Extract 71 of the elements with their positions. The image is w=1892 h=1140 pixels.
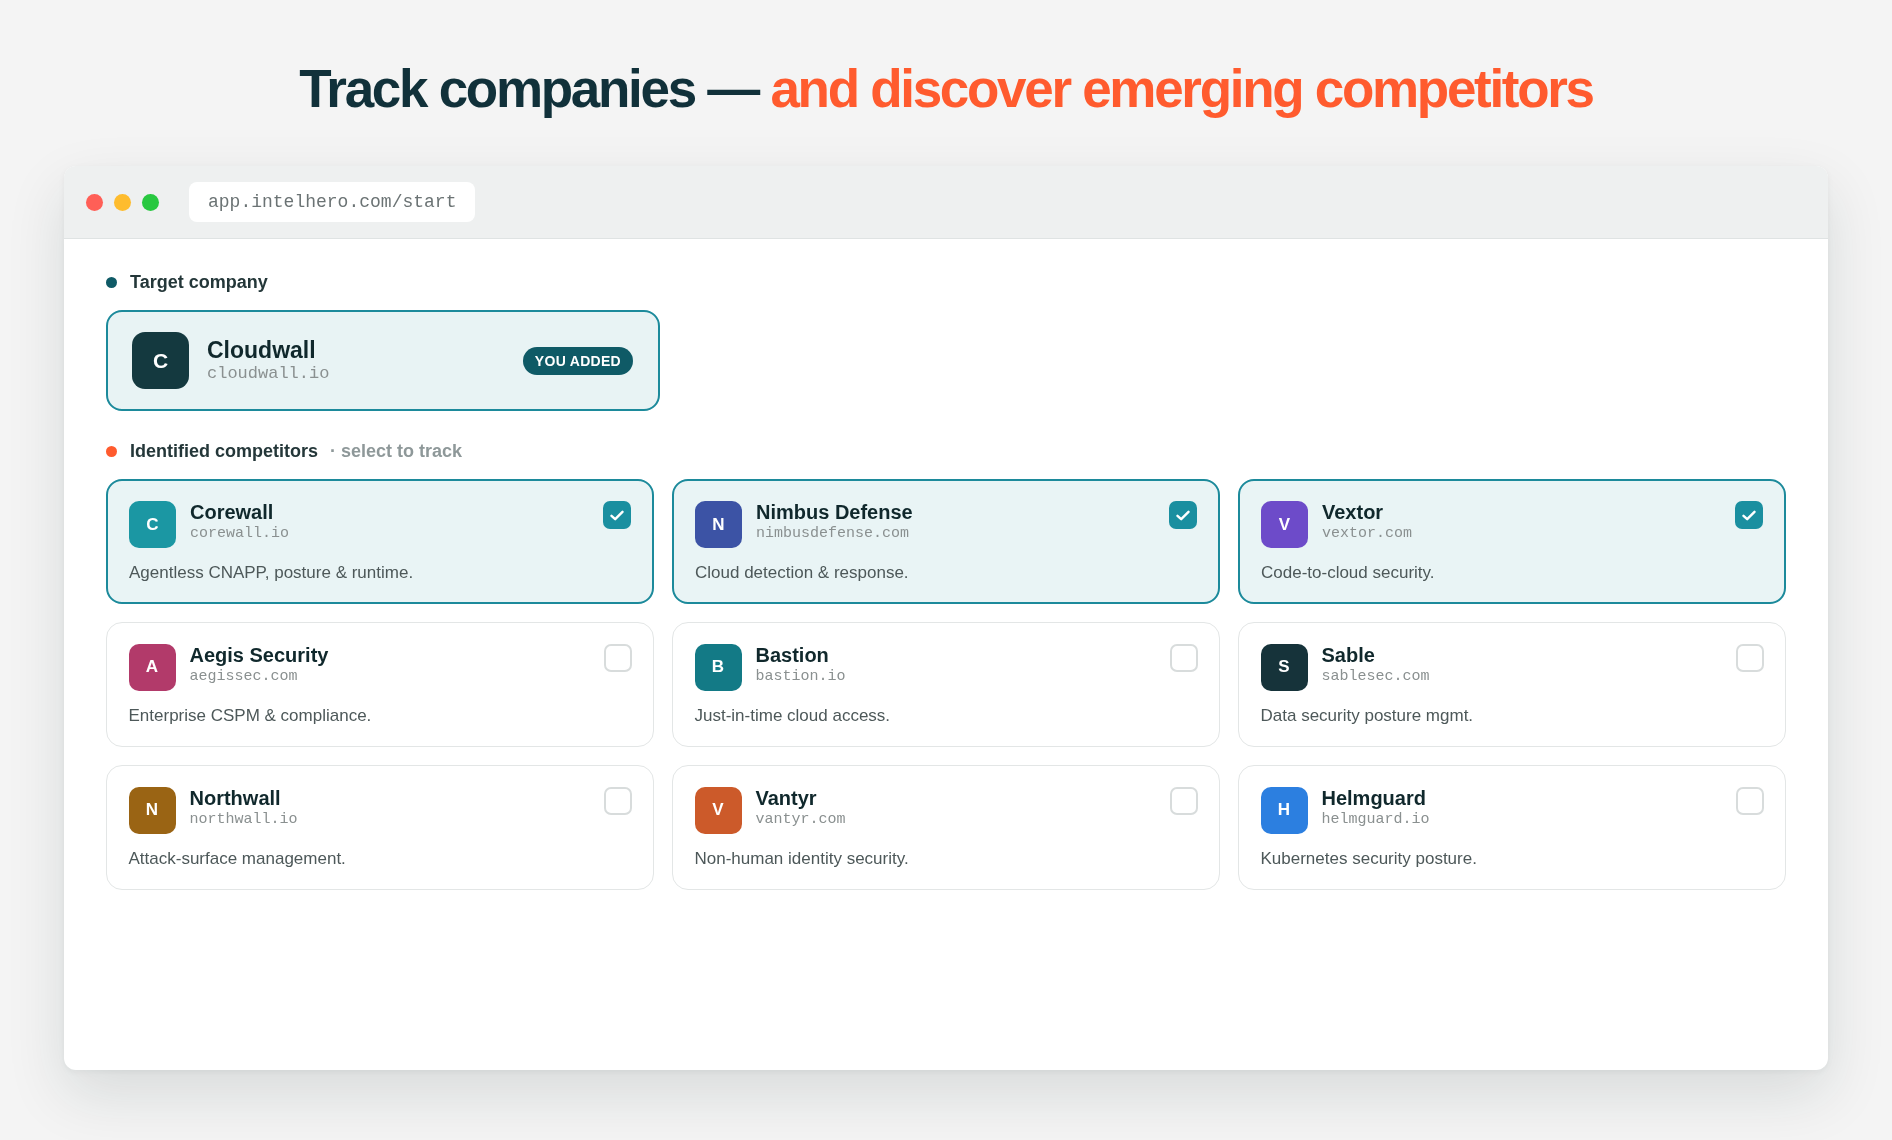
company-domain: cloudwall.io xyxy=(207,363,330,384)
company-name: Helmguard xyxy=(1321,786,1426,810)
company-domain: vantyr.com xyxy=(755,809,846,829)
section-hint: · select to track xyxy=(330,440,463,462)
company-name: Aegis Security xyxy=(189,643,329,667)
company-initial: V xyxy=(694,786,742,834)
company-description: Attack-surface management. xyxy=(128,847,346,870)
close-dot-icon[interactable] xyxy=(86,193,103,211)
check-icon xyxy=(610,509,624,521)
competitor-card[interactable]: N Nimbus Defense nimbusdefense.com Cloud detection & response. xyxy=(672,479,1220,604)
company-domain: vextor.com xyxy=(1322,524,1412,543)
company-domain: aegissec.com xyxy=(189,666,298,686)
company-initial: H xyxy=(1260,786,1308,834)
section-label: Identified competitors xyxy=(130,440,318,462)
bullet-icon xyxy=(106,445,117,457)
added-badge: YOU ADDED xyxy=(522,346,633,375)
track-checkbox[interactable] xyxy=(603,643,632,672)
company-domain: corewall.io xyxy=(190,524,290,543)
track-checkbox[interactable] xyxy=(1735,501,1763,529)
company-description: Non-human identity security. xyxy=(694,847,909,870)
competitor-card[interactable]: A Aegis Security aegissec.com Enterprise CSPM & compliance. xyxy=(106,622,654,747)
company-name: Vextor xyxy=(1322,501,1384,524)
company-initial: N xyxy=(695,501,742,548)
competitor-card[interactable]: V Vextor vextor.com Code-to-cloud security. xyxy=(1238,479,1786,604)
company-initial: N xyxy=(128,786,176,834)
company-description: Cloud detection & response. xyxy=(695,562,909,584)
track-checkbox[interactable] xyxy=(1169,786,1198,815)
competitor-card[interactable]: H Helmguard helmguard.io Kubernetes security posture. xyxy=(1238,765,1786,890)
competitor-card[interactable]: C Corewall corewall.io Agentless CNAPP, posture & runtime. xyxy=(106,479,654,604)
track-checkbox[interactable] xyxy=(603,786,632,815)
company-name: Northwall xyxy=(189,786,281,810)
company-initial: A xyxy=(128,643,176,691)
company-description: Agentless CNAPP, posture & runtime. xyxy=(129,562,414,584)
company-name: Cloudwall xyxy=(207,337,316,363)
company-name: Bastion xyxy=(755,643,829,667)
headline: Track companies — and discover emerging competitors xyxy=(299,58,1593,120)
competitor-card[interactable]: N Northwall northwall.io Attack-surface management. xyxy=(106,765,654,890)
check-icon xyxy=(1742,509,1756,521)
company-domain: northwall.io xyxy=(189,809,298,829)
competitor-card[interactable]: S Sable sablesec.com Data security posture mgmt. xyxy=(1238,622,1786,747)
competitor-card[interactable]: B Bastion bastion.io Just-in-time cloud access. xyxy=(672,622,1220,747)
company-initial: S xyxy=(1260,643,1308,691)
company-name: Sable xyxy=(1321,643,1375,667)
company-initial: V xyxy=(1261,501,1308,548)
company-domain: nimbusdefense.com xyxy=(756,524,910,543)
maximize-dot-icon[interactable] xyxy=(142,193,159,211)
section-label: Target company xyxy=(130,271,268,293)
company-description: Code-to-cloud security. xyxy=(1261,562,1435,584)
check-icon xyxy=(1176,509,1190,521)
track-checkbox[interactable] xyxy=(1735,786,1764,815)
company-description: Data security posture mgmt. xyxy=(1260,704,1474,727)
bullet-icon xyxy=(106,276,117,288)
track-checkbox[interactable] xyxy=(603,501,631,529)
track-checkbox[interactable] xyxy=(1169,501,1197,529)
company-description: Enterprise CSPM & compliance. xyxy=(128,704,372,727)
company-domain: bastion.io xyxy=(755,666,846,686)
minimize-dot-icon[interactable] xyxy=(114,193,131,211)
company-initial: B xyxy=(694,643,742,691)
address-bar[interactable]: app.intelhero.com/start xyxy=(189,182,476,222)
company-initial: C xyxy=(132,332,189,389)
company-name: Corewall xyxy=(190,501,274,524)
company-name: Nimbus Defense xyxy=(756,501,913,524)
track-checkbox[interactable] xyxy=(1735,643,1764,672)
company-initial: C xyxy=(129,501,176,548)
company-domain: sablesec.com xyxy=(1321,666,1430,686)
competitor-card[interactable]: V Vantyr vantyr.com Non-human identity security. xyxy=(672,765,1220,890)
company-name: Vantyr xyxy=(755,786,817,810)
company-domain: helmguard.io xyxy=(1321,809,1430,829)
company-description: Just-in-time cloud access. xyxy=(694,704,891,727)
track-checkbox[interactable] xyxy=(1169,643,1198,672)
company-description: Kubernetes security posture. xyxy=(1260,847,1477,870)
